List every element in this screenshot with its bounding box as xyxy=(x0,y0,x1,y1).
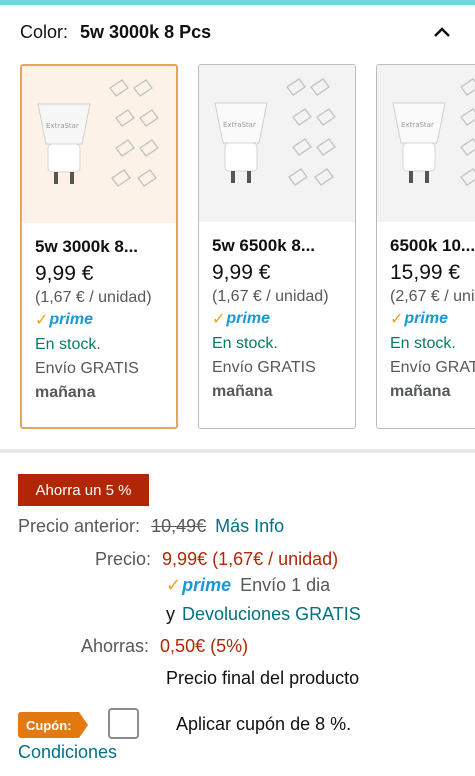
coupon-tag-label: Cupón: xyxy=(26,718,71,733)
variant-price: 9,99 € xyxy=(212,261,271,284)
prime-label: prime xyxy=(49,311,93,328)
delivery-time: Envío 1 dia xyxy=(240,574,331,595)
price-label: Precio: xyxy=(95,549,152,569)
variant-name: 5w 6500k 8... xyxy=(212,236,316,255)
prime-label: prime xyxy=(226,310,270,327)
stock-status: En stock. xyxy=(212,335,278,352)
prime-badge: ✓ prime xyxy=(166,574,231,596)
product-image: ExtraStar xyxy=(22,66,176,223)
prime-delivery-row: ✓ prime Envío 1 dia xyxy=(166,574,330,596)
final-price-note: Precio final del producto xyxy=(166,668,360,688)
previous-price-row: Precio anterior: 10,49€ Más Info xyxy=(18,516,284,537)
returns-row: y Devoluciones GRATIS xyxy=(166,604,361,625)
previous-price-label: Precio anterior: xyxy=(18,516,141,536)
color-label: Color: xyxy=(20,21,69,42)
previous-price-value: 10,49€ xyxy=(151,516,207,536)
savings-value: 0,50€ (5%) xyxy=(160,636,249,656)
prime-badge: ✓ prime xyxy=(390,308,475,330)
variant-card-5w-3000k[interactable]: ExtraStar 5w 3000k 8... 9,99 € (1,67 € /… xyxy=(20,64,178,429)
coupon-conditions-link[interactable]: Condiciones xyxy=(18,742,117,763)
variant-unit-price: (1,67 € / unidad) xyxy=(212,288,329,305)
prime-check-icon: ✓ xyxy=(166,574,182,595)
delivery-day: mañana xyxy=(35,384,96,401)
price-value: 9,99€ (1,67€ / unidad) xyxy=(162,549,339,569)
section-divider xyxy=(0,449,475,453)
savings-row: Ahorras: 0,50€ (5%) xyxy=(81,636,248,657)
prime-badge: ✓ prime xyxy=(212,308,355,330)
variant-card-6500k-10[interactable]: ExtraStar 6500k 10... 15,99 € (2,67 € / … xyxy=(376,64,475,429)
product-image: ExtraStar xyxy=(199,65,355,222)
brand-logo: ExtraStar xyxy=(46,122,79,130)
coupon-tag: Cupón: xyxy=(18,712,88,738)
free-returns-link[interactable]: Devoluciones GRATIS xyxy=(182,604,361,624)
delivery-day: mañana xyxy=(212,383,273,400)
prime-check-icon: ✓ xyxy=(212,311,226,328)
stock-status: En stock. xyxy=(390,335,456,352)
product-image: ExtraStar xyxy=(377,65,475,222)
prime-label: prime xyxy=(404,310,448,327)
prime-badge: ✓ prime xyxy=(35,309,176,331)
variant-name: 6500k 10... xyxy=(390,236,475,255)
shipping-info: Envío GRATIS xyxy=(390,359,475,376)
savings-badge: Ahorra un 5 % xyxy=(18,474,149,506)
prime-check-icon: ✓ xyxy=(35,312,49,329)
shipping-info: Envío GRATIS xyxy=(35,360,139,377)
prime-label: prime xyxy=(182,574,232,595)
savings-label: Ahorras: xyxy=(81,636,150,656)
more-info-link[interactable]: Más Info xyxy=(215,516,284,536)
color-selector-header[interactable]: Color: 5w 3000k 8 Pcs xyxy=(20,20,460,44)
price-row: Precio: 9,99€ (1,67€ / unidad) xyxy=(95,549,338,570)
coupon-text: Aplicar cupón de 8 %. xyxy=(176,714,352,734)
variant-unit-price: (2,67 € / unidad) xyxy=(390,288,475,305)
stock-status: En stock. xyxy=(35,336,101,353)
variant-name: 5w 3000k 8... xyxy=(35,237,139,256)
color-value: 5w 3000k 8 Pcs xyxy=(80,21,212,42)
returns-prefix: y xyxy=(166,604,175,624)
prime-check-icon: ✓ xyxy=(390,311,404,328)
variant-unit-price: (1,67 € / unidad) xyxy=(35,289,152,306)
variant-price: 9,99 € xyxy=(35,262,94,285)
coupon-checkbox[interactable] xyxy=(108,708,139,739)
variant-price: 15,99 € xyxy=(390,261,461,284)
chevron-up-icon[interactable] xyxy=(430,20,454,44)
brand-logo: ExtraStar xyxy=(223,121,256,129)
shipping-info: Envío GRATIS xyxy=(212,359,316,376)
variant-carousel[interactable]: ExtraStar 5w 3000k 8... 9,99 € (1,67 € /… xyxy=(0,64,475,432)
top-accent-strip xyxy=(0,0,475,5)
brand-logo: ExtraStar xyxy=(401,121,434,129)
variant-card-5w-6500k[interactable]: ExtraStar 5w 6500k 8... 9,99 € (1,67 € /… xyxy=(198,64,356,429)
delivery-day: mañana xyxy=(390,383,451,400)
